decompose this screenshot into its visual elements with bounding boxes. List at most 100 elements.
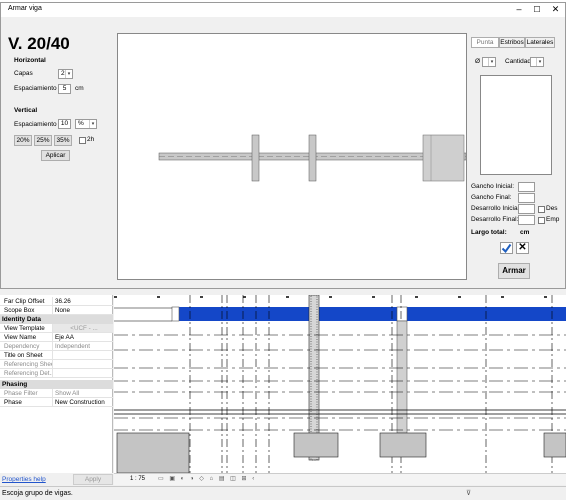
stirrup-column-2 [308,134,317,182]
prop-key: View Name [0,333,53,341]
beam-preview-drawing [158,134,466,182]
status-bar: Escoja grupo de vigas. ⊽ [0,486,566,500]
desarrollo-final-input[interactable] [518,215,535,225]
espaciamiento-v-label: Espaciamiento [14,121,57,128]
prop-value[interactable]: None [53,306,113,314]
properties-panel: Far Clip Offset 36.26 Scope Box None Ident… [0,295,113,473]
des-label: Des [546,205,558,212]
prop-value[interactable]: 36.26 [53,297,113,305]
capas-label: Capas [14,70,33,77]
tab-laterales[interactable]: Laterales [525,37,555,48]
view-control-icons[interactable]: ▭ ▣ ◐ ◑ ◇ ⌂ ▤ ◫ ⊞ ‹ [158,474,256,485]
dialog-titlebar[interactable] [1,3,565,17]
prop-row: Phase Filter Show All [0,389,113,398]
gancho-final-label: Gancho Final: [471,194,512,201]
phasing-header[interactable]: Phasing [0,380,113,389]
pct-25-button[interactable]: 25% [34,135,52,146]
diameter-label: Ø [475,58,481,65]
espaciamiento-h-input[interactable]: 5 [58,84,71,94]
chevron-down-icon: ▾ [65,70,72,78]
prop-value [53,369,113,377]
prop-value: Independent [55,343,91,350]
prop-row[interactable]: View Template <UCF - ... [0,324,113,333]
emp-checkbox[interactable] [538,217,545,224]
prop-value[interactable] [53,351,113,359]
beam-title: V. 20/40 [8,34,70,53]
prop-key: Far Clip Offset [0,297,53,305]
cantidad-label: Cantidad [505,58,532,65]
prop-row: Referencing Sheet [0,360,113,369]
cantidad-select[interactable]: ▾ [530,57,544,67]
desarrollo-final-label: Desarrollo Final: [471,216,519,223]
vertical-section-label: Vertical [14,107,38,114]
unit-value: % [78,120,84,127]
properties-help-link[interactable]: Properties help [2,476,46,483]
largo-total-unit: cm [520,229,530,236]
elevation-drawing [114,295,566,473]
prop-row[interactable]: View Name Eje AA [0,333,113,342]
aplicar-button[interactable]: Aplicar [41,150,70,161]
dialog-title: Armar viga [8,5,42,12]
prop-value: Show All [55,390,80,397]
tab-punta[interactable]: Punta [471,37,499,48]
check-icon [501,243,512,254]
prop-value[interactable]: New Construction [53,398,113,406]
2h-checkbox[interactable] [79,137,86,144]
beam-preview[interactable] [117,33,467,280]
prop-key: Title on Sheet [0,351,53,359]
prop-key: Phase [0,398,53,406]
armar-button[interactable]: Armar [498,263,530,279]
pct-35-button[interactable]: 35% [54,135,72,146]
prop-value [53,360,113,368]
chevron-down-icon: ▾ [536,58,543,66]
drawing-canvas[interactable] [114,295,566,473]
prop-row: Dependency Independent [0,342,113,351]
prop-key: Phase Filter [0,389,53,397]
desarrollo-inicial-input[interactable] [518,204,535,214]
gancho-inicial-input[interactable] [518,182,535,192]
confirm-button[interactable] [500,242,513,254]
prop-key: Referencing Sheet [0,360,53,368]
filter-icon[interactable]: ⊽ [466,487,471,500]
view-scale[interactable]: 1 : 75 [130,474,145,485]
prop-row: Referencing Det... [0,369,113,378]
prop-key: Scope Box [0,306,53,314]
minimize-button[interactable]: – [511,3,527,17]
bar-list[interactable] [480,75,552,175]
view-template-button[interactable]: <UCF - ... [53,324,113,332]
view-control-bar: 1 : 75 ▭ ▣ ◐ ◑ ◇ ⌂ ▤ ◫ ⊞ ‹ [114,473,566,485]
horizontal-section-label: Horizontal [14,57,46,64]
chevron-down-icon: ▾ [488,58,495,66]
tab-estribos[interactable]: Estribos [499,37,525,48]
prop-key: View Template [0,324,53,332]
des-checkbox[interactable] [538,206,545,213]
properties-apply-button[interactable]: Apply [73,474,113,485]
prop-key: Referencing Det... [0,369,53,377]
maximize-button[interactable]: ☐ [529,3,545,17]
armar-viga-dialog: Armar viga – ☐ ✕ V. 20/40 Horizontal Cap… [0,2,566,289]
prop-row[interactable]: Title on Sheet [0,351,113,360]
x-icon: ✕ [518,242,527,253]
prop-row[interactable]: Scope Box None [0,306,113,315]
espaciamiento-h-label: Espaciamiento [14,85,57,92]
status-message: Escoja grupo de vigas. [2,490,73,497]
desarrollo-inicial-label: Desarrollo Inicial: [471,205,521,212]
close-button[interactable]: ✕ [546,3,565,17]
largo-total-label: Largo total: [471,229,507,236]
chevron-down-icon: ▾ [89,120,96,128]
prop-key: Dependency [0,342,53,350]
stirrup-column-1 [251,134,260,182]
espaciamiento-v-unit-select[interactable]: % ▾ [75,119,97,129]
gancho-inicial-label: Gancho Inicial: [471,183,514,190]
emp-label: Emp [546,216,560,223]
prop-value[interactable]: Eje AA [53,333,113,341]
prop-row[interactable]: Phase New Construction [0,398,113,407]
espaciamiento-v-input[interactable]: 10 [58,119,71,129]
prop-row[interactable]: Far Clip Offset 36.26 [0,297,113,306]
cancel-button[interactable]: ✕ [516,242,529,254]
identity-data-header[interactable]: Identity Data [0,315,113,324]
capas-select[interactable]: 2 ▾ [58,69,73,79]
gancho-final-input[interactable] [518,193,535,203]
pct-20-button[interactable]: 20% [14,135,32,146]
diameter-select[interactable]: ▾ [482,57,496,67]
